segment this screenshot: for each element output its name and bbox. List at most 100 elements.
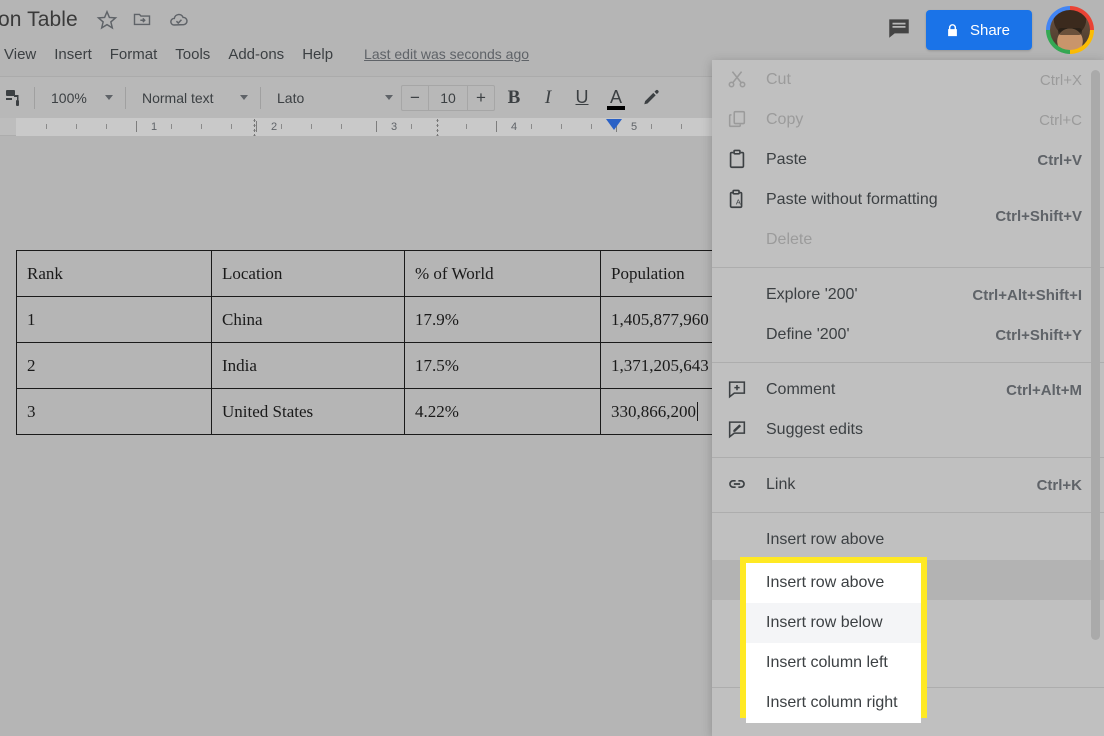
chevron-down-icon — [385, 95, 393, 100]
context-menu-label: Suggest edits — [766, 421, 863, 438]
text-color-swatch — [607, 105, 625, 110]
lock-icon — [948, 23, 957, 36]
comment-history-icon[interactable] — [886, 15, 912, 46]
callout-item-insert-row-above[interactable]: Insert row above — [746, 563, 921, 603]
menu-divider — [712, 512, 1104, 513]
highlight-pen-icon[interactable] — [635, 83, 665, 113]
highlight-callout: Insert row above Insert row below Insert… — [740, 557, 927, 723]
last-edit-link[interactable]: Last edit was seconds ago — [364, 46, 529, 62]
avatar[interactable] — [1046, 6, 1094, 54]
context-menu-item-insert-row-above[interactable]: Insert row above — [712, 520, 1104, 560]
table-cell[interactable]: 17.9% — [404, 296, 601, 343]
context-menu-shortcut: Ctrl+K — [1036, 476, 1082, 494]
italic-button[interactable]: I — [533, 83, 563, 113]
table-cell[interactable]: 1 — [16, 296, 212, 343]
header-actions: Share — [886, 4, 1094, 56]
comment-icon — [726, 378, 750, 402]
share-label: Share — [969, 21, 1010, 39]
context-menu-item-define[interactable]: Define '200' Ctrl+Shift+Y — [712, 315, 1104, 355]
menu-view[interactable]: View — [0, 44, 45, 65]
table-cell[interactable]: India — [211, 342, 405, 389]
context-menu-item-link[interactable]: Link Ctrl+K — [712, 465, 1104, 505]
table-cell-text: 330,866,200 — [611, 401, 696, 421]
underline-button[interactable]: U — [567, 83, 597, 113]
table-header-cell[interactable]: Rank — [16, 250, 212, 297]
context-menu-scrollbar[interactable] — [1091, 70, 1100, 640]
paint-format-icon[interactable] — [2, 86, 26, 110]
context-menu-label: Define '200' — [766, 326, 850, 343]
bold-button[interactable]: B — [499, 83, 529, 113]
font-family-select[interactable]: Lato — [269, 85, 397, 111]
title-icon-group — [96, 9, 190, 31]
ruler-number: 4 — [510, 121, 518, 133]
move-to-folder-icon[interactable] — [132, 9, 154, 31]
context-menu-label: Copy — [766, 111, 804, 128]
callout-item-insert-row-below[interactable]: Insert row below — [746, 603, 921, 643]
context-menu-item-copy[interactable]: Copy Ctrl+C — [712, 100, 1104, 140]
menu-insert[interactable]: Insert — [45, 44, 101, 65]
menu-help[interactable]: Help — [293, 44, 342, 65]
font-size-input[interactable]: 10 — [428, 85, 468, 110]
menu-divider — [712, 362, 1104, 363]
table-header-cell[interactable]: % of World — [404, 250, 601, 297]
paste-plain-icon: A — [726, 188, 750, 212]
paragraph-style-select[interactable]: Normal text — [134, 85, 252, 111]
ruler-track[interactable]: 1 2 3 4 5 — [16, 118, 716, 136]
zoom-value: 100% — [51, 89, 87, 106]
copy-icon — [726, 108, 750, 132]
ruler-number: 1 — [150, 121, 158, 133]
context-menu-shortcut: Ctrl+C — [1039, 111, 1082, 129]
toolbar-divider — [34, 86, 35, 109]
table-cell[interactable]: 17.5% — [404, 342, 601, 389]
ruler-number: 2 — [270, 121, 278, 133]
context-menu-shortcut: Ctrl+Alt+M — [1006, 381, 1082, 399]
context-menu-item-paste-without-formatting[interactable]: A Paste without formatting Ctrl+Shift+V — [712, 180, 1104, 225]
callout-item-insert-column-right[interactable]: Insert column right — [746, 683, 921, 723]
chevron-down-icon — [240, 95, 248, 100]
star-icon[interactable] — [96, 9, 118, 31]
cut-icon — [726, 68, 750, 92]
table-cell[interactable]: China — [211, 296, 405, 343]
context-menu-label: Delete — [766, 231, 813, 248]
menu-divider — [712, 457, 1104, 458]
table-header-cell[interactable]: Location — [211, 250, 405, 297]
menu-format[interactable]: Format — [101, 44, 167, 65]
table-cell[interactable]: 3 — [16, 388, 212, 435]
cloud-saved-icon[interactable] — [168, 9, 190, 31]
indent-marker[interactable] — [606, 119, 622, 130]
app-root: on Table View Insert Format Tools Add-on… — [0, 0, 1104, 736]
text-color-button[interactable]: A — [601, 83, 631, 113]
chevron-down-icon — [105, 95, 113, 100]
menu-addons[interactable]: Add-ons — [219, 44, 293, 65]
table-cell[interactable]: 2 — [16, 342, 212, 389]
table-cell[interactable]: United States — [211, 388, 405, 435]
context-menu-item-suggest-edits[interactable]: Suggest edits — [712, 410, 1104, 450]
zoom-select[interactable]: 100% — [43, 85, 117, 111]
context-menu-label: Cut — [766, 71, 791, 88]
font-family-value: Lato — [277, 89, 305, 106]
paste-icon — [726, 148, 750, 172]
font-size-increase-button[interactable]: + — [468, 86, 494, 110]
menu-tools[interactable]: Tools — [166, 44, 219, 65]
font-size-decrease-button[interactable]: − — [402, 86, 428, 110]
share-button[interactable]: Share — [925, 10, 1032, 50]
context-menu-item-cut[interactable]: Cut Ctrl+X — [712, 60, 1104, 100]
context-menu-item-explore[interactable]: Explore '200' Ctrl+Alt+Shift+I — [712, 275, 1104, 315]
document-title[interactable]: on Table — [0, 8, 78, 32]
context-menu-label: Link — [766, 476, 796, 493]
context-menu-label: Comment — [766, 381, 836, 398]
context-menu-item-paste[interactable]: Paste Ctrl+V — [712, 140, 1104, 180]
table-cell[interactable]: 4.22% — [404, 388, 601, 435]
avatar-image — [1050, 10, 1090, 50]
context-menu-label: Explore '200' — [766, 286, 858, 303]
context-menu-label: Insert row above — [766, 531, 885, 548]
context-menu-item-comment[interactable]: Comment Ctrl+Alt+M — [712, 370, 1104, 410]
toolbar-divider — [260, 86, 261, 109]
context-menu-shortcut: Ctrl+X — [1039, 71, 1082, 89]
ruler-margin-handle[interactable] — [436, 118, 439, 136]
font-size-stepper: − 10 + — [401, 84, 495, 111]
callout-item-insert-column-left[interactable]: Insert column left — [746, 643, 921, 683]
toolbar-divider — [125, 86, 126, 109]
ruler-number: 3 — [390, 121, 398, 133]
context-menu-item-delete[interactable]: Delete — [712, 220, 1104, 260]
